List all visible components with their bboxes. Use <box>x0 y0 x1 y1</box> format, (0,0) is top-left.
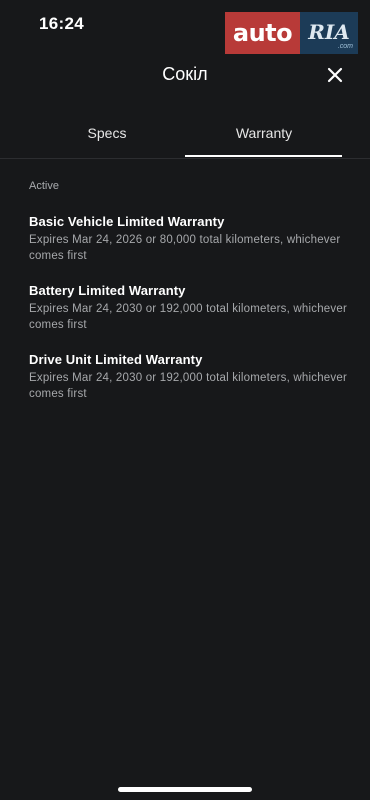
warranty-title: Basic Vehicle Limited Warranty <box>29 214 225 229</box>
warranty-title: Drive Unit Limited Warranty <box>29 352 203 367</box>
warranty-item: Drive Unit Limited Warranty Expires Mar … <box>29 351 349 402</box>
warranty-description: Expires Mar 24, 2030 or 192,000 total ki… <box>29 303 347 331</box>
tab-bar: Specs Warranty <box>0 108 370 159</box>
warranty-item: Basic Vehicle Limited Warranty Expires M… <box>29 213 349 264</box>
logo-auto: auto <box>225 12 300 54</box>
warranty-title: Battery Limited Warranty <box>29 283 186 298</box>
close-icon <box>327 67 343 83</box>
warranty-item: Battery Limited Warranty Expires Mar 24,… <box>29 282 349 333</box>
status-time: 16:24 <box>39 14 84 33</box>
logo-ria-text: RIA <box>308 20 350 44</box>
tab-warranty[interactable]: Warranty <box>185 108 343 158</box>
warranty-list: Basic Vehicle Limited Warranty Expires M… <box>29 213 349 420</box>
home-indicator[interactable] <box>118 787 252 792</box>
active-tab-indicator <box>185 155 342 157</box>
warranty-description: Expires Mar 24, 2030 or 192,000 total ki… <box>29 372 347 400</box>
warranty-description: Expires Mar 24, 2026 or 80,000 total kil… <box>29 234 341 262</box>
tab-specs[interactable]: Specs <box>28 108 186 158</box>
section-label-active: Active <box>29 180 59 192</box>
autoria-logo: auto RIA .com <box>225 12 358 54</box>
page-title: Сокіл <box>162 64 208 84</box>
close-button[interactable] <box>322 62 348 88</box>
logo-ria: RIA .com <box>300 12 358 54</box>
logo-com-text: .com <box>337 43 353 50</box>
